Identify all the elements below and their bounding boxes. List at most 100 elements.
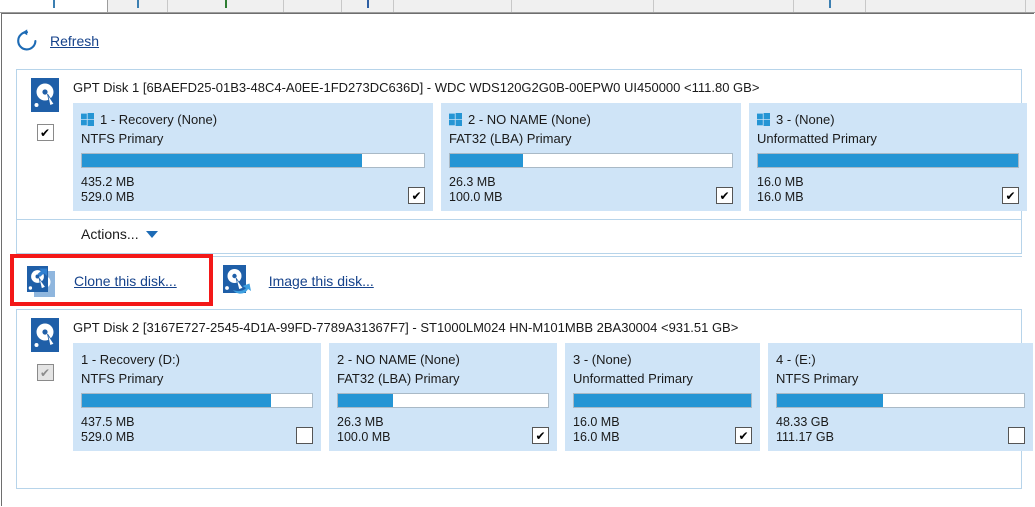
windows-logo-icon: [81, 113, 94, 126]
partition-used-size: 435.2 MB: [81, 175, 135, 189]
partition-used-size: 48.33 GB: [776, 415, 829, 429]
tab-icon: [52, 0, 55, 8]
partition-usage-fill: [82, 154, 363, 167]
tab-8[interactable]: [654, 0, 794, 12]
disk-panel-2: ✔ GPT Disk 2 [3167E727-2545-4D1A-99FD-778…: [16, 309, 1033, 489]
hard-disk-icon: [31, 318, 59, 352]
clone-disk-icon: [26, 264, 60, 298]
disk-select-checkbox[interactable]: ✔: [36, 124, 54, 141]
partition-sizes: 16.0 MB 16.0 MB: [573, 415, 620, 445]
partition-name: 1 - Recovery (D:): [81, 352, 180, 367]
tab-icon: [828, 0, 831, 8]
partition-total-size: 529.0 MB: [81, 430, 135, 444]
partition-list: 1 - Recovery (D:) NTFS Primary 437.5 MB 529…: [73, 343, 1033, 451]
tab-icon: [224, 0, 227, 8]
tab-6[interactable]: [394, 0, 512, 12]
partition-filesystem: Unformatted Primary: [757, 131, 877, 146]
disk-title: GPT Disk 2 [3167E727-2545-4D1A-99FD-7789…: [73, 320, 739, 335]
refresh-circular-arrow-icon[interactable]: [14, 28, 40, 54]
partition-footer: 16.0 MB 16.0 MB ✔: [573, 415, 752, 445]
clone-this-disk-button[interactable]: Clone this disk...: [16, 259, 187, 303]
partition-total-size: 100.0 MB: [337, 430, 391, 444]
partition-select-checkbox[interactable]: ✔: [532, 427, 549, 444]
partition-select-checkbox[interactable]: ✔: [408, 187, 425, 204]
windows-logo-icon: [757, 113, 770, 126]
partition-name: 3 - (None): [573, 352, 632, 367]
partition-total-size: 16.0 MB: [757, 190, 804, 204]
partition-footer: 435.2 MB 529.0 MB ✔: [81, 175, 425, 205]
partition-sizes: 16.0 MB 16.0 MB: [757, 175, 804, 205]
partition-footer: 437.5 MB 529.0 MB: [81, 415, 313, 445]
partition-footer: 16.0 MB 16.0 MB ✔: [757, 175, 1019, 205]
tab-5[interactable]: [342, 0, 394, 12]
partition-select-checkbox[interactable]: [296, 427, 313, 444]
partition-name: 2 - NO NAME (None): [337, 352, 460, 367]
partition-card[interactable]: 2 - NO NAME (None) FAT32 (LBA) Primary 26.…: [329, 343, 557, 451]
hard-disk-icon: [31, 78, 59, 112]
refresh-link[interactable]: Refresh: [50, 33, 99, 49]
disk-header: ✔ GPT Disk 2 [3167E727-2545-4D1A-99FD-778…: [17, 310, 1033, 451]
actions-menu-label: Actions...: [81, 226, 139, 242]
partition-used-size: 26.3 MB: [449, 175, 496, 189]
image-this-disk-button[interactable]: Image this disk...: [211, 259, 384, 303]
partition-name: 4 - (E:): [776, 352, 816, 367]
partition-card[interactable]: 3 - (None) Unformatted Primary 16.0 MB 16.0…: [565, 343, 760, 451]
partition-total-size: 529.0 MB: [81, 190, 135, 204]
partition-sizes: 48.33 GB 111.17 GB: [776, 415, 834, 445]
partition-name: 2 - NO NAME (None): [468, 112, 591, 127]
tab-10[interactable]: [866, 0, 1026, 12]
disk-actions-row: Clone this disk... Image this disk...: [16, 257, 1022, 305]
partition-title-row: 1 - Recovery (None): [81, 111, 425, 128]
partition-card[interactable]: 3 - (None) Unformatted Primary 16.0 MB 16.0…: [749, 103, 1027, 211]
disk-body: GPT Disk 2 [3167E727-2545-4D1A-99FD-7789…: [73, 316, 1035, 451]
partition-name: 3 - (None): [776, 112, 835, 127]
partition-select-checkbox[interactable]: [1008, 427, 1025, 444]
partition-usage-fill: [758, 154, 1018, 167]
partition-card[interactable]: 2 - NO NAME (None) FAT32 (LBA) Primary 26.…: [441, 103, 741, 211]
tab-9[interactable]: [794, 0, 866, 12]
partition-usage-fill: [777, 394, 884, 407]
partition-usage-bar: [757, 153, 1019, 168]
partition-footer: 26.3 MB 100.0 MB ✔: [449, 175, 733, 205]
partition-filesystem: FAT32 (LBA) Primary: [449, 131, 572, 146]
partition-used-size: 437.5 MB: [81, 415, 135, 429]
actions-menu-row[interactable]: Actions...: [17, 220, 1021, 242]
partition-footer: 26.3 MB 100.0 MB ✔: [337, 415, 549, 445]
disk-title: GPT Disk 1 [6BAEFD25-01B3-48C4-A0EE-1FD2…: [73, 80, 760, 95]
tab-4[interactable]: [284, 0, 342, 12]
partition-usage-fill: [574, 394, 751, 407]
tab-icon: [136, 0, 139, 8]
image-this-disk-label: Image this disk...: [268, 273, 374, 289]
windows-logo-icon: [449, 113, 462, 126]
partition-title-row: 1 - Recovery (D:): [81, 351, 313, 368]
partition-card[interactable]: 1 - Recovery (D:) NTFS Primary 437.5 MB 529…: [73, 343, 321, 451]
partition-sizes: 437.5 MB 529.0 MB: [81, 415, 135, 445]
chevron-down-icon[interactable]: [145, 230, 158, 238]
partition-select-checkbox[interactable]: ✔: [716, 187, 733, 204]
partition-filesystem: Unformatted Primary: [573, 371, 693, 386]
tab-icon: [366, 0, 369, 8]
tab-strip: [0, 0, 1035, 13]
partition-filesystem: FAT32 (LBA) Primary: [337, 371, 460, 386]
partition-title-row: 2 - NO NAME (None): [449, 111, 733, 128]
partition-card[interactable]: 4 - (E:) NTFS Primary 48.33 GB 111.17 GB: [768, 343, 1033, 451]
partition-usage-bar: [573, 393, 752, 408]
partition-title-row: 3 - (None): [573, 351, 752, 368]
partition-select-checkbox[interactable]: ✔: [1002, 187, 1019, 204]
partition-total-size: 16.0 MB: [573, 430, 620, 444]
tab-7[interactable]: [512, 0, 654, 12]
partition-card[interactable]: 1 - Recovery (None) NTFS Primary 435.2 MB 5…: [73, 103, 433, 211]
partition-used-size: 16.0 MB: [757, 175, 804, 189]
tab-3[interactable]: [168, 0, 284, 12]
partition-total-size: 100.0 MB: [449, 190, 503, 204]
tab-1[interactable]: [0, 0, 108, 12]
partition-filesystem: NTFS Primary: [81, 131, 164, 146]
partition-usage-bar: [449, 153, 733, 168]
partition-used-size: 16.0 MB: [573, 415, 620, 429]
disk-select-checkbox: ✔: [36, 364, 54, 381]
disk-header: ✔ GPT Disk 1 [6BAEFD25-01B3-48C4-A0EE-1FD…: [17, 70, 1027, 211]
partition-select-checkbox[interactable]: ✔: [735, 427, 752, 444]
partition-title-row: 2 - NO NAME (None): [337, 351, 549, 368]
partition-sizes: 26.3 MB 100.0 MB: [337, 415, 391, 445]
tab-2[interactable]: [108, 0, 168, 12]
